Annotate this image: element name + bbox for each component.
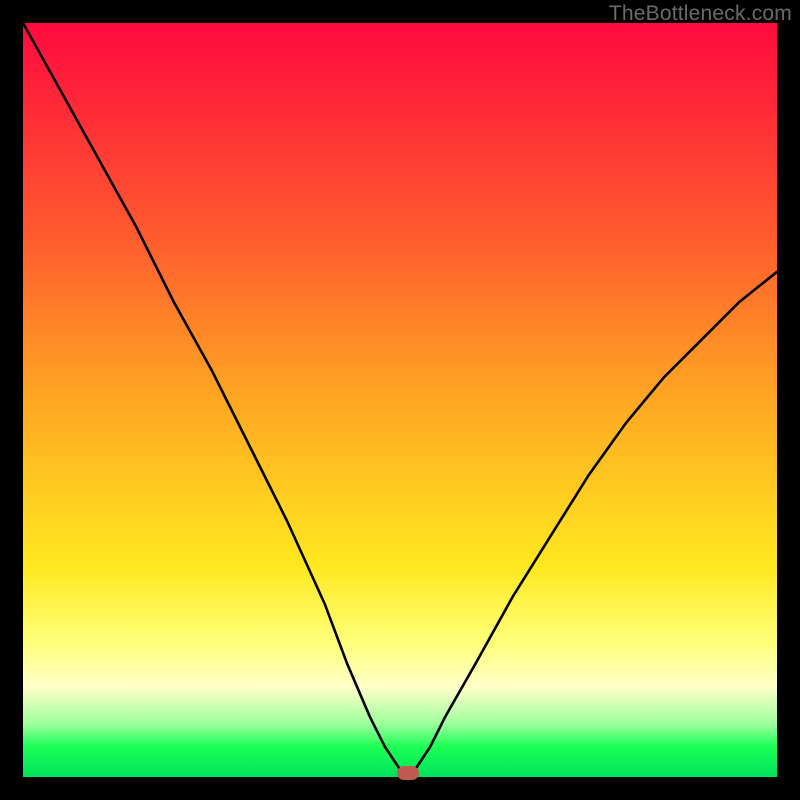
watermark-text: TheBottleneck.com <box>609 2 792 26</box>
optimal-marker <box>397 766 419 780</box>
bottleneck-curve <box>23 23 777 777</box>
plot-area <box>23 23 777 777</box>
